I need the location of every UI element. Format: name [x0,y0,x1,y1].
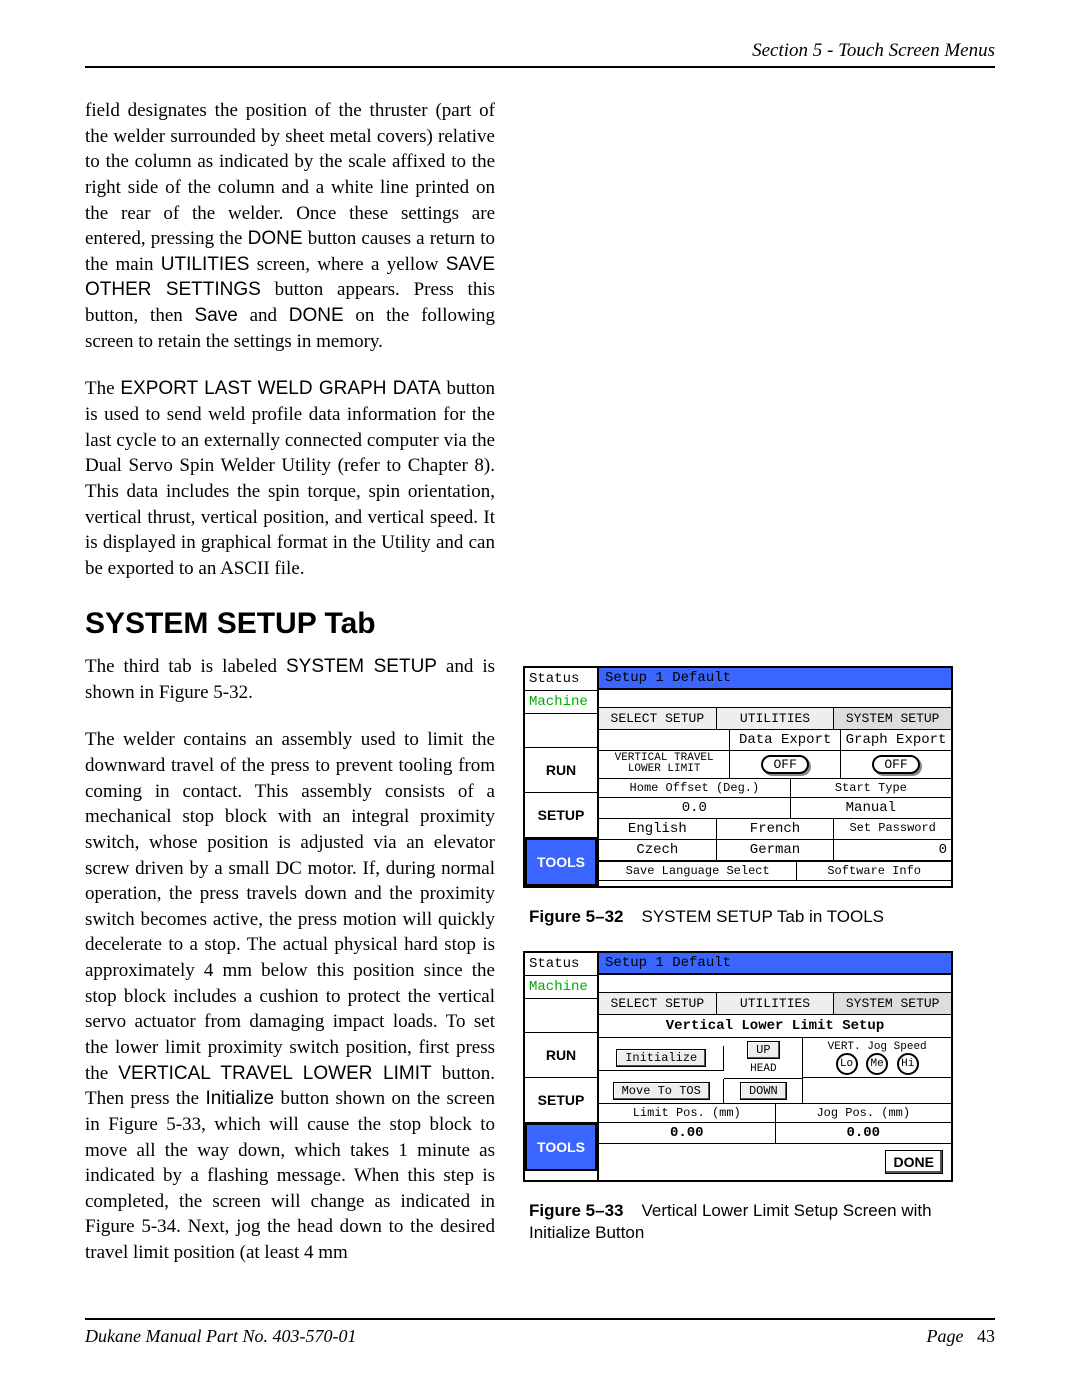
right-column: Status Machine RUN SETUP TOOLS Setup 1 D… [523,98,995,1266]
machine-label: Machine [525,691,597,714]
manual-part-number: Dukane Manual Part No. 403-570-01 [85,1326,356,1347]
initialize-button[interactable]: Initialize [616,1049,706,1067]
lang-czech[interactable]: Czech [599,840,717,861]
section-label: Section 5 - Touch Screen Menus [752,40,995,61]
start-type-value[interactable]: Manual [791,798,951,819]
page-footer: Dukane Manual Part No. 403-570-01 Page 4… [85,1318,995,1347]
machine-label: Machine [525,976,597,999]
set-password-label: Set Password [834,819,951,840]
paragraph-4: The welder contains an assembly used to … [85,727,495,1265]
left-column: field designates the position of the thr… [85,98,495,1266]
page-label: Page [927,1326,964,1346]
tab-select-setup[interactable]: SELECT SETUP [599,993,717,1014]
home-offset-value[interactable]: 0.0 [599,798,791,819]
tab-utilities[interactable]: UTILITIES [717,708,835,729]
section-heading: SYSTEM SETUP Tab [85,604,495,645]
figure-5-33-screenshot: Status Machine RUN SETUP TOOLS Setup 1 D… [523,951,953,1182]
setup-button[interactable]: SETUP [525,793,597,838]
tools-button[interactable]: TOOLS [525,1123,597,1171]
figure-5-32-caption: Figure 5–32SYSTEM SETUP Tab in TOOLS [529,906,995,928]
head-label: HEAD [750,1063,776,1075]
tab-system-setup[interactable]: SYSTEM SETUP [834,708,951,729]
up-button[interactable]: UP [747,1041,779,1059]
paragraph-3: The third tab is labeled SYSTEM SETUP an… [85,654,495,705]
software-info-button[interactable]: Software Info [797,862,951,881]
status-label: Status [525,668,597,691]
paragraph-2: The EXPORT LAST WELD GRAPH DATA button i… [85,376,495,581]
figure-5-32-screenshot: Status Machine RUN SETUP TOOLS Setup 1 D… [523,666,953,888]
lang-english[interactable]: English [599,819,717,840]
speed-hi[interactable]: Hi [897,1053,919,1075]
down-button[interactable]: DOWN [740,1082,787,1100]
data-export-label: Data Export [730,730,841,751]
run-button[interactable]: RUN [525,748,597,793]
limit-pos-label: Limit Pos. (mm) [599,1104,776,1123]
tab-select-setup[interactable]: SELECT SETUP [599,708,717,729]
screen-heading: Vertical Lower Limit Setup [599,1015,951,1038]
start-type-label: Start Type [791,779,951,798]
speed-me[interactable]: Me [866,1053,888,1075]
tools-button[interactable]: TOOLS [525,838,597,886]
save-language-button[interactable]: Save Language Select [599,862,797,881]
paragraph-1: field designates the position of the thr… [85,98,495,354]
limit-pos-value: 0.00 [599,1123,776,1144]
speed-lo[interactable]: Lo [836,1053,858,1075]
graph-export-label: Graph Export [841,730,951,751]
move-to-tos-button[interactable]: Move To TOS [613,1082,710,1100]
setup-button[interactable]: SETUP [525,1078,597,1123]
jog-speed-label: VERT. Jog Speed [828,1041,927,1053]
vtll-button[interactable]: VERTICAL TRAVEL LOWER LIMIT [599,751,730,779]
jog-pos-value: 0.00 [776,1123,952,1144]
tab-utilities[interactable]: UTILITIES [717,993,835,1014]
graph-export-off[interactable]: OFF [872,755,919,774]
home-offset-label: Home Offset (Deg.) [599,779,791,798]
figure-5-33-caption: Figure 5–33Vertical Lower Limit Setup Sc… [529,1200,995,1244]
jog-pos-label: Jog Pos. (mm) [776,1104,952,1123]
lang-german[interactable]: German [717,840,835,861]
title-bar: Setup 1 Default [599,953,951,975]
password-value[interactable]: 0 [834,840,951,861]
page-header: Section 5 - Touch Screen Menus [85,40,995,68]
lang-french[interactable]: French [717,819,835,840]
title-bar: Setup 1 Default [599,668,951,690]
status-label: Status [525,953,597,976]
run-button[interactable]: RUN [525,1033,597,1078]
tab-system-setup[interactable]: SYSTEM SETUP [834,993,951,1014]
data-export-off[interactable]: OFF [761,755,808,774]
done-button[interactable]: DONE [885,1150,943,1174]
page-number: 43 [977,1326,995,1346]
